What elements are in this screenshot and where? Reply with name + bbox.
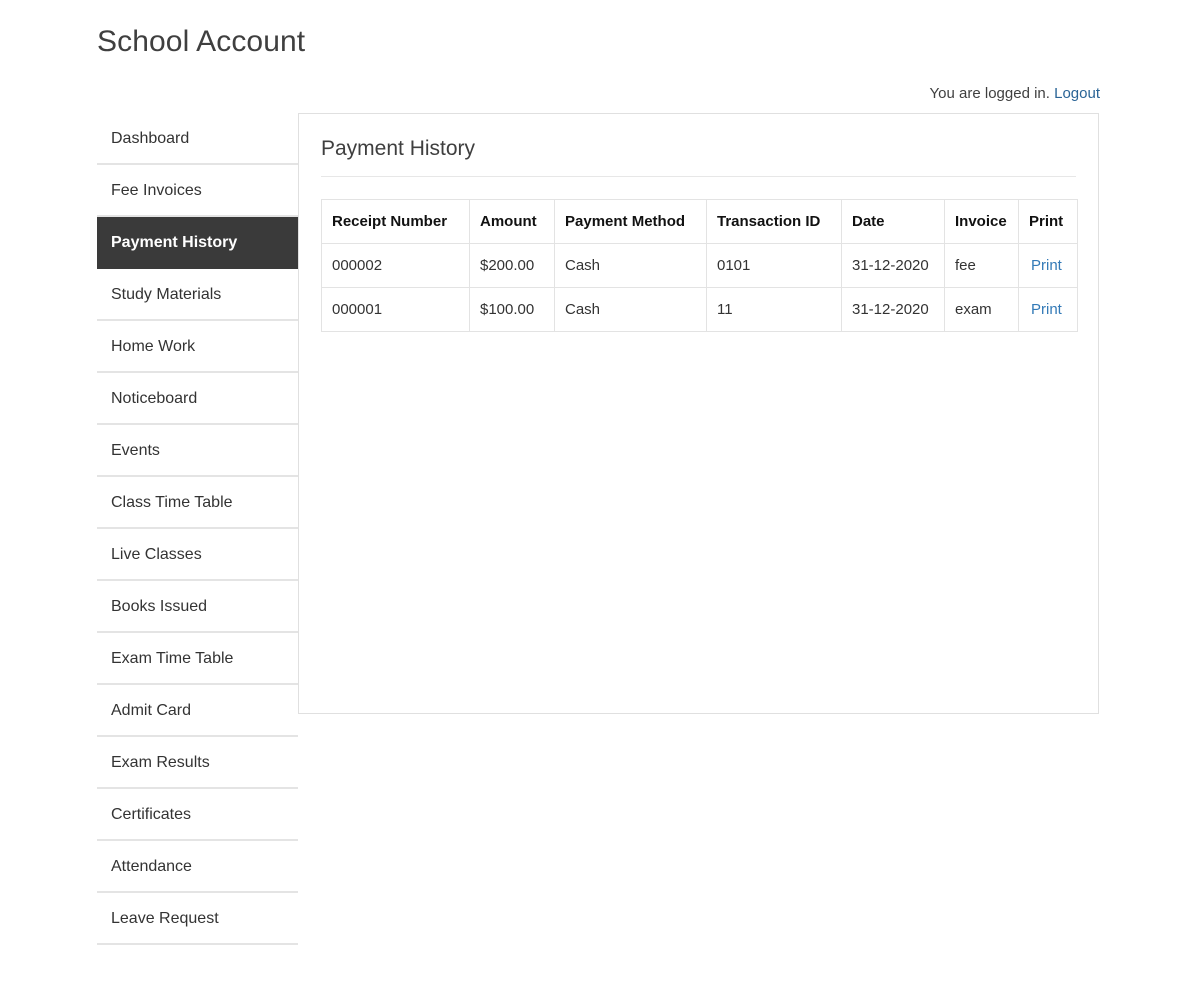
column-header-invoice: Invoice <box>944 199 1019 244</box>
sidebar-item-exam-results[interactable]: Exam Results <box>97 737 298 789</box>
table-body: 000002 $200.00 Cash 0101 31-12-2020 fee Print 0… <box>321 243 1078 332</box>
sidebar-item-fee-invoices[interactable]: Fee Invoices <box>97 165 298 217</box>
cell-transaction-id: 0101 <box>706 243 842 288</box>
table-head: Receipt Number Amount Payment Method Transa… <box>321 199 1078 244</box>
sidebar-item-certificates[interactable]: Certificates <box>97 789 298 841</box>
column-header-print: Print <box>1018 199 1078 244</box>
table-row: 000001 $100.00 Cash 11 31-12-2020 exam Print <box>321 287 1078 332</box>
column-header-transaction-id: Transaction ID <box>706 199 842 244</box>
sidebar-item-noticeboard[interactable]: Noticeboard <box>97 373 298 425</box>
sidebar-item-exam-time-table[interactable]: Exam Time Table <box>97 633 298 685</box>
cell-payment-method: Cash <box>554 243 707 288</box>
content-panel: Payment History Receipt Number Amount Pa… <box>298 113 1099 714</box>
login-status-text: You are logged in. <box>929 85 1050 102</box>
cell-amount: $200.00 <box>469 243 555 288</box>
print-link[interactable]: Print <box>1031 257 1062 274</box>
cell-receipt-number: 000002 <box>321 243 470 288</box>
sidebar-item-home-work[interactable]: Home Work <box>97 321 298 373</box>
cell-print: Print <box>1018 243 1078 288</box>
sidebar-item-events[interactable]: Events <box>97 425 298 477</box>
sidebar-item-dashboard[interactable]: Dashboard <box>97 113 298 165</box>
cell-date: 31-12-2020 <box>841 287 945 332</box>
cell-transaction-id: 11 <box>706 287 842 332</box>
cell-payment-method: Cash <box>554 287 707 332</box>
cell-invoice: exam <box>944 287 1019 332</box>
column-header-amount: Amount <box>469 199 555 244</box>
payment-history-table-wrap: Receipt Number Amount Payment Method Transa… <box>321 199 1078 332</box>
sidebar-item-books-issued[interactable]: Books Issued <box>97 581 298 633</box>
column-header-receipt-number: Receipt Number <box>321 199 470 244</box>
column-header-payment-method: Payment Method <box>554 199 707 244</box>
sidebar-nav: Dashboard Fee Invoices Payment History Stud… <box>97 113 298 945</box>
cell-receipt-number: 000001 <box>321 287 470 332</box>
cell-date: 31-12-2020 <box>841 243 945 288</box>
sidebar-item-leave-request[interactable]: Leave Request <box>97 893 298 945</box>
panel-title: Payment History <box>321 136 1076 177</box>
sidebar-item-payment-history[interactable]: Payment History <box>97 217 298 269</box>
page-title: School Account <box>97 25 306 58</box>
content-panel-inner: Payment History Receipt Number Amount Pa… <box>299 114 1098 332</box>
sidebar-item-class-time-table[interactable]: Class Time Table <box>97 477 298 529</box>
sidebar-item-admit-card[interactable]: Admit Card <box>97 685 298 737</box>
table-header-row: Receipt Number Amount Payment Method Transa… <box>321 199 1078 244</box>
sidebar-item-study-materials[interactable]: Study Materials <box>97 269 298 321</box>
cell-print: Print <box>1018 287 1078 332</box>
cell-amount: $100.00 <box>469 287 555 332</box>
page-root: School Account You are logged in. Logout… <box>0 0 1201 987</box>
table-row: 000002 $200.00 Cash 0101 31-12-2020 fee Print <box>321 243 1078 288</box>
sidebar-item-live-classes[interactable]: Live Classes <box>97 529 298 581</box>
cell-invoice: fee <box>944 243 1019 288</box>
payment-history-table: Receipt Number Amount Payment Method Transa… <box>321 199 1078 332</box>
sidebar-item-attendance[interactable]: Attendance <box>97 841 298 893</box>
login-status: You are logged in. Logout <box>930 85 1100 102</box>
column-header-date: Date <box>841 199 945 244</box>
print-link[interactable]: Print <box>1031 301 1062 318</box>
logout-link[interactable]: Logout <box>1054 85 1100 102</box>
